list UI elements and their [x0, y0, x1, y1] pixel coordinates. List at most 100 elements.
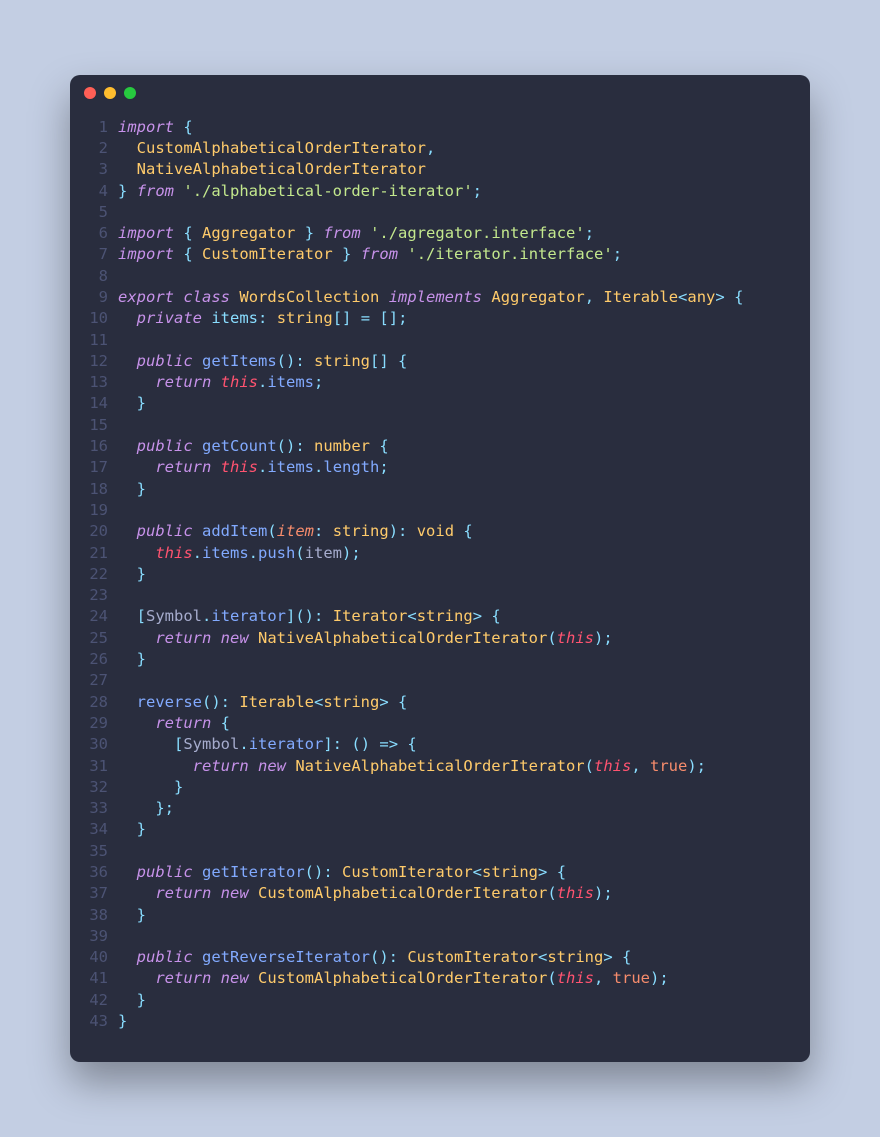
code-line[interactable]: 18 }: [70, 479, 810, 500]
token-pun: }: [118, 182, 127, 200]
token-pun: ;: [314, 373, 323, 391]
code-line[interactable]: 21 this.items.push(item);: [70, 543, 810, 564]
token-pun: .: [314, 458, 323, 476]
code-line[interactable]: 11: [70, 330, 810, 351]
token-def: [211, 458, 220, 476]
code-line[interactable]: 7import { CustomIterator } from './itera…: [70, 244, 810, 265]
code-line[interactable]: 19: [70, 500, 810, 521]
token-pun: .: [258, 373, 267, 391]
minimize-icon[interactable]: [104, 87, 116, 99]
token-type: string: [417, 607, 473, 625]
token-def: [249, 969, 258, 987]
line-content: } from './alphabetical-order-iterator';: [118, 181, 482, 202]
code-line[interactable]: 5: [70, 202, 810, 223]
code-line[interactable]: 31 return new NativeAlphabeticalOrderIte…: [70, 756, 810, 777]
token-def: [118, 735, 174, 753]
code-line[interactable]: 37 return new CustomAlphabeticalOrderIte…: [70, 883, 810, 904]
line-content: public addItem(item: string): void {: [118, 521, 473, 542]
code-line[interactable]: 40 public getReverseIterator(): CustomIt…: [70, 947, 810, 968]
token-kw: return: [155, 373, 211, 391]
line-number: 27: [70, 670, 118, 691]
code-line[interactable]: 28 reverse(): Iterable<string> {: [70, 692, 810, 713]
token-def: [389, 693, 398, 711]
token-cls: NativeAlphabeticalOrderIterator: [258, 629, 547, 647]
line-content: };: [118, 798, 174, 819]
token-def: [118, 991, 137, 1009]
code-line[interactable]: 12 public getItems(): string[] {: [70, 351, 810, 372]
token-this: this: [557, 969, 594, 987]
token-def: [118, 458, 155, 476]
line-content: CustomAlphabeticalOrderIterator,: [118, 138, 435, 159]
code-line[interactable]: 4} from './alphabetical-order-iterator';: [70, 181, 810, 202]
code-line[interactable]: 27: [70, 670, 810, 691]
code-area[interactable]: 1import {2 CustomAlphabeticalOrderIterat…: [70, 111, 810, 1063]
token-def: [118, 139, 137, 157]
token-pun: <: [678, 288, 687, 306]
token-pun: {: [398, 352, 407, 370]
token-def: Symbol: [183, 735, 239, 753]
code-line[interactable]: 32 }: [70, 777, 810, 798]
token-def: [174, 224, 183, 242]
token-def: [333, 245, 342, 263]
code-line[interactable]: 16 public getCount(): number {: [70, 436, 810, 457]
code-line[interactable]: 33 };: [70, 798, 810, 819]
code-line[interactable]: 23: [70, 585, 810, 606]
code-line[interactable]: 30 [Symbol.iterator]: () => {: [70, 734, 810, 755]
token-pun: {: [407, 735, 416, 753]
token-this: this: [221, 373, 258, 391]
code-line[interactable]: 17 return this.items.length;: [70, 457, 810, 478]
code-line[interactable]: 25 return new NativeAlphabeticalOrderIte…: [70, 628, 810, 649]
code-line[interactable]: 1import {: [70, 117, 810, 138]
token-pun: ,: [631, 757, 640, 775]
code-line[interactable]: 43}: [70, 1011, 810, 1032]
token-type: string: [314, 352, 370, 370]
token-num: true: [650, 757, 687, 775]
code-line[interactable]: 13 return this.items;: [70, 372, 810, 393]
code-line[interactable]: 42 }: [70, 990, 810, 1011]
line-content: return {: [118, 713, 230, 734]
token-cls: CustomAlphabeticalOrderIterator: [258, 884, 547, 902]
code-line[interactable]: 26 }: [70, 649, 810, 670]
code-line[interactable]: 38 }: [70, 905, 810, 926]
code-line[interactable]: 14 }: [70, 393, 810, 414]
code-line[interactable]: 39: [70, 926, 810, 947]
code-line[interactable]: 8: [70, 266, 810, 287]
code-line[interactable]: 6import { Aggregator } from './agregator…: [70, 223, 810, 244]
token-prop: items: [267, 373, 314, 391]
token-def: [118, 863, 137, 881]
code-line[interactable]: 2 CustomAlphabeticalOrderIterator,: [70, 138, 810, 159]
code-line[interactable]: 9export class WordsCollection implements…: [70, 287, 810, 308]
token-def: [641, 757, 650, 775]
code-line[interactable]: 24 [Symbol.iterator](): Iterator<string>…: [70, 606, 810, 627]
close-icon[interactable]: [84, 87, 96, 99]
code-line[interactable]: 3 NativeAlphabeticalOrderIterator: [70, 159, 810, 180]
token-def: [305, 352, 314, 370]
token-def: [211, 884, 220, 902]
token-pun: []: [333, 309, 352, 327]
line-number: 16: [70, 436, 118, 457]
token-def: [725, 288, 734, 306]
token-def: [314, 224, 323, 242]
code-line[interactable]: 20 public addItem(item: string): void {: [70, 521, 810, 542]
token-pun: }: [137, 991, 146, 1009]
token-pun: {: [622, 948, 631, 966]
code-line[interactable]: 35: [70, 841, 810, 862]
zoom-icon[interactable]: [124, 87, 136, 99]
code-line[interactable]: 41 return new CustomAlphabeticalOrderIte…: [70, 968, 810, 989]
token-fn: iterator: [249, 735, 324, 753]
code-line[interactable]: 22 }: [70, 564, 810, 585]
token-def: [118, 309, 137, 327]
token-type: string: [547, 948, 603, 966]
code-line[interactable]: 36 public getIterator(): CustomIterator<…: [70, 862, 810, 883]
code-line[interactable]: 10 private items: string[] = [];: [70, 308, 810, 329]
token-pun: );: [342, 544, 361, 562]
token-pun: [];: [379, 309, 407, 327]
line-number: 22: [70, 564, 118, 585]
token-def: [118, 969, 155, 987]
code-line[interactable]: 29 return {: [70, 713, 810, 734]
line-number: 32: [70, 777, 118, 798]
token-this: this: [557, 884, 594, 902]
code-line[interactable]: 34 }: [70, 819, 810, 840]
token-pun: ]:: [323, 735, 342, 753]
code-line[interactable]: 15: [70, 415, 810, 436]
